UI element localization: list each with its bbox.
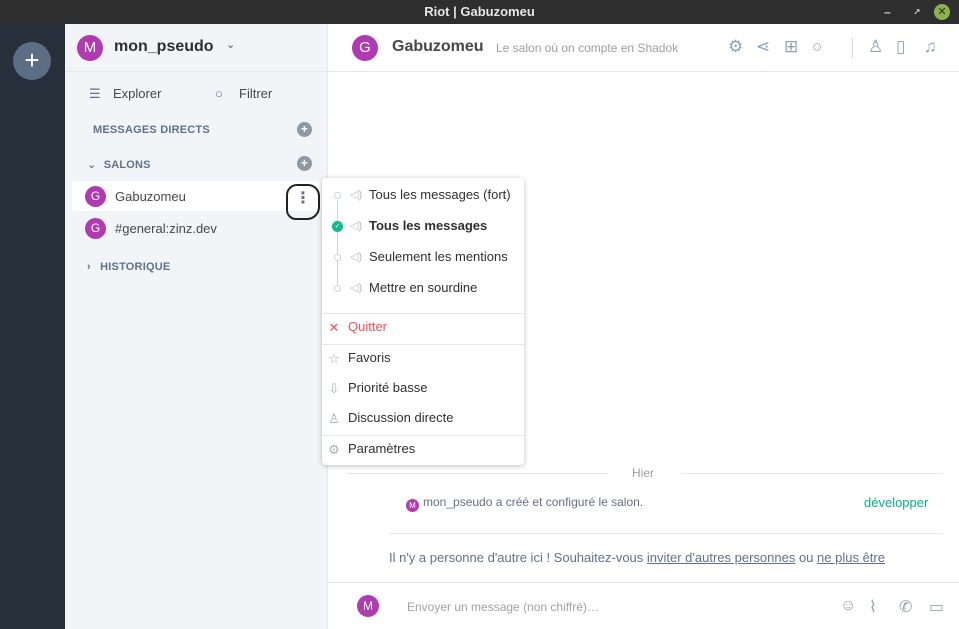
expand-link[interactable]: développer (864, 495, 928, 510)
filter-label: Filtrer (239, 86, 273, 101)
speaker-icon: ◁) (350, 251, 363, 263)
message-input[interactable]: Envoyer un message (non chiffré)… (407, 600, 599, 614)
menu-icon: ☰ (89, 86, 101, 101)
section-label: MESSAGES DIRECTS (93, 124, 210, 136)
notif-label: Tous les messages (fort) (369, 187, 511, 202)
date-label: Hier (632, 466, 655, 480)
explore-button[interactable]: ☰ Explorer (89, 86, 161, 102)
room-name: Gabuzomeu (115, 189, 186, 204)
people-icon[interactable]: ♙ (868, 37, 883, 57)
room-item-general[interactable]: G #general:zinz.dev (72, 213, 321, 243)
close-icon[interactable]: ✕ (934, 4, 950, 20)
user-avatar: M (77, 35, 103, 61)
invite-link[interactable]: inviter d'autres personnes (647, 550, 795, 565)
close-icon: ✕ (328, 320, 340, 335)
search-icon: ○ (215, 86, 223, 101)
room-created-event: Mmon_pseudo a créé et configuré le salon… (406, 495, 643, 512)
leave-room-item[interactable]: ✕ Quitter (322, 316, 524, 340)
room-list-panel: M mon_pseudo ⌄ ☰ Explorer ○ Filtrer MESSAG… (65, 24, 328, 629)
user-menu[interactable]: M mon_pseudo ⌄ (65, 24, 327, 72)
room-avatar: G (85, 186, 106, 207)
share-icon[interactable]: ⋖ (756, 37, 770, 57)
chevron-right-icon: › (87, 261, 91, 273)
gear-icon[interactable]: ⚙ (728, 37, 743, 57)
room-avatar[interactable]: G (352, 35, 378, 61)
star-icon: ☆ (328, 351, 340, 366)
low-priority-item[interactable]: ⇩ Priorité basse (322, 377, 524, 401)
notif-option-mentions[interactable]: ◁) Seulement les mentions (322, 246, 524, 270)
room-context-menu: ◁) Tous les messages (fort) ✓ ◁) Tous le… (322, 178, 524, 465)
notif-option-mute[interactable]: ◁) Mettre en sourdine (322, 277, 524, 301)
speaker-icon: ◁) (350, 220, 363, 232)
check-icon: ✓ (332, 221, 343, 232)
event-avatar: M (406, 499, 419, 512)
notif-label: Mettre en sourdine (369, 280, 478, 295)
notif-option-loud[interactable]: ◁) Tous les messages (fort) (322, 184, 524, 208)
explore-label: Explorer (113, 86, 162, 101)
event-divider (390, 533, 943, 534)
date-separator: Hier (346, 466, 943, 480)
person-icon: ♙ (328, 411, 340, 426)
direct-chat-item[interactable]: ♙ Discussion directe (322, 407, 524, 431)
room-name: #general:zinz.dev (115, 221, 217, 236)
video-icon[interactable]: ▭ (929, 597, 944, 617)
window-titlebar: Riot | Gabuzomeu – ↗ ✕ (0, 0, 959, 24)
room-item-gabuzomeu[interactable]: G Gabuzomeu ⋮ (72, 181, 321, 220)
search-icon[interactable]: ○ (812, 37, 822, 57)
chevron-down-icon: ⌄ (87, 159, 97, 171)
section-history[interactable]: › HISTORIQUE (87, 261, 170, 273)
apps-icon[interactable]: ⊞ (784, 37, 798, 57)
speaker-icon: ◁) (350, 189, 363, 201)
window-title: Riot | Gabuzomeu (424, 4, 535, 19)
add-dm-icon[interactable]: + (297, 122, 312, 137)
user-name: mon_pseudo (114, 38, 214, 55)
community-rail: + (0, 24, 65, 629)
section-direct-messages[interactable]: MESSAGES DIRECTS + (93, 122, 312, 137)
section-label: HISTORIQUE (100, 261, 171, 273)
room-title[interactable]: Gabuzomeu (392, 38, 484, 56)
gear-icon: ⚙ (328, 442, 340, 457)
chevron-down-icon: ⌄ (226, 39, 236, 51)
room-avatar: G (85, 218, 106, 239)
notif-label: Tous les messages (369, 218, 488, 233)
room-header: G Gabuzomeu Le salon où on compte en Sha… (328, 24, 959, 72)
empty-room-notice: Il n'y a personne d'autre ici ! Souhaite… (389, 550, 885, 565)
phone-icon[interactable]: ✆ (899, 597, 912, 617)
filter-button[interactable]: ○ Filtrer (215, 86, 272, 101)
section-label: SALONS (103, 159, 151, 171)
minimize-icon[interactable]: – (884, 0, 891, 24)
section-rooms[interactable]: ⌄ SALONS + (87, 156, 312, 171)
attachment-icon[interactable]: ⌇ (869, 597, 877, 617)
event-text: mon_pseudo a créé et configuré le salon. (423, 495, 644, 509)
settings-item[interactable]: ⚙ Paramètres (322, 438, 524, 462)
user-avatar: M (357, 595, 379, 617)
add-room-icon[interactable]: + (297, 156, 312, 171)
files-icon[interactable]: ▯ (896, 37, 905, 57)
emoji-icon[interactable]: ☺ (840, 597, 856, 615)
room-topic: Le salon où on compte en Shadok (496, 41, 679, 55)
dismiss-link[interactable]: ne plus être (817, 550, 885, 565)
notif-option-all[interactable]: ✓ ◁) Tous les messages (322, 215, 524, 239)
arrow-down-icon: ⇩ (328, 381, 340, 396)
speaker-icon: ◁) (350, 282, 363, 294)
message-composer: M Envoyer un message (non chiffré)… ☺ ⌇ … (328, 582, 959, 629)
maximize-icon[interactable]: ↗ (913, 0, 921, 24)
bell-icon[interactable]: ♫ (924, 37, 937, 57)
notif-label: Seulement les mentions (369, 249, 508, 264)
header-divider (852, 38, 853, 58)
create-community-button[interactable]: + (13, 42, 51, 80)
favourite-item[interactable]: ☆ Favoris (322, 347, 524, 371)
